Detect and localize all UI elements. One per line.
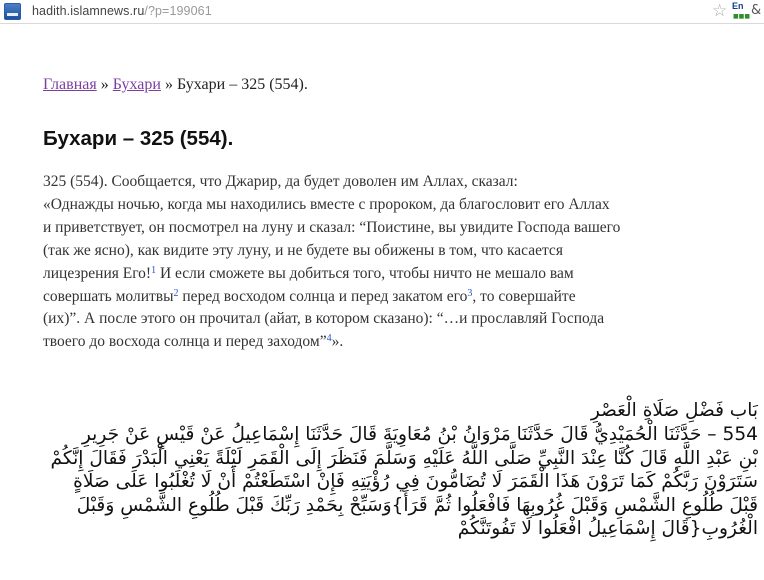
text-line: (их)”. А после этого он прочитал (айат, …	[43, 310, 605, 328]
translate-label: En	[732, 1, 744, 11]
text-line: лицезрения Его!1 И если сможете вы добит…	[43, 263, 759, 286]
text-segment: твоего до восхода солнца и перед заходом…	[43, 333, 327, 351]
hadith-translation: 325 (554). Сообщается, что Джарир, да бу…	[43, 171, 759, 354]
text-line: 325 (554). Сообщается, что Джарир, да бу…	[43, 173, 518, 190]
text-line: «Однажды ночью, когда мы находились вмес…	[43, 195, 610, 213]
url-host: hadith.islamnews.ru	[32, 4, 145, 18]
bookmark-star-icon[interactable]: ☆	[712, 1, 727, 21]
text-segment: ».	[331, 333, 344, 351]
arabic-line: 554 – حَدَّثَنَا الْحُمَيْدِيُّ قَالَ حَ…	[81, 424, 758, 445]
arabic-line: الْغُرُوبِ{قَالَ إِسْمَاعِيلُ افْعَلُوا …	[457, 518, 758, 539]
text-line: и приветствует, он посмотрел на луну и с…	[43, 218, 621, 236]
text-line: твоего до восхода солнца и перед заходом…	[43, 331, 759, 354]
text-segment: перед восходом солнца и перед закатом ег…	[178, 287, 468, 305]
text-segment: лицезрения Его!	[43, 264, 152, 282]
breadcrumb-separator: »	[160, 76, 177, 93]
text-line: (так же ясно), как видите эту луну, и не…	[43, 241, 563, 259]
translate-language-icon[interactable]: En ■■■	[732, 1, 751, 21]
arabic-line: قَبْلَ طُلُوعِ الشَّمْسِ وَقَبْلَ غُرُوب…	[76, 494, 758, 516]
breadcrumb-current: Бухари – 325 (554).	[176, 76, 308, 93]
text-segment: И если сможете вы добиться того, чтобы н…	[156, 264, 574, 282]
arabic-line: سَتَرَوْنَ رَبَّكُمْ كَمَا تَرَوْنَ هَذَ…	[73, 471, 758, 492]
url-path: /?p=199061	[144, 4, 212, 18]
text-segment: совершать молитвы	[43, 287, 174, 305]
site-favicon	[4, 3, 21, 20]
address-bar[interactable]: hadith.islamnews.ru/?p=199061 ☆ En ■■■ &	[0, 0, 764, 24]
text-segment: , то совершайте	[472, 287, 576, 305]
arabic-line: بْنِ عَبْدِ اللَّهِ قَالَ كُنَّا عِنْدَ …	[50, 447, 758, 469]
arabic-chapter-heading: بَاب فَضْلِ صَلَاةِ الْعَصْرِ	[590, 400, 758, 421]
breadcrumb-category-link[interactable]: Бухари	[113, 76, 161, 93]
breadcrumb-home-link[interactable]: Главная	[43, 76, 97, 93]
url-text[interactable]: hadith.islamnews.ru/?p=199061	[32, 4, 212, 18]
text-line: совершать молитвы2 перед восходом солнца…	[43, 286, 759, 309]
page-title: Бухари – 325 (554).	[43, 127, 234, 150]
breadcrumb-separator: »	[96, 76, 113, 93]
translate-dots: ■■■	[733, 13, 751, 20]
breadcrumb: Главная » Бухари » Бухари – 325 (554).	[43, 76, 308, 94]
wrench-menu-icon[interactable]: &	[751, 2, 761, 20]
arabic-hadith-text: بَاب فَضْلِ صَلَاةِ الْعَصْرِ 554 – حَدَ…	[30, 398, 758, 541]
